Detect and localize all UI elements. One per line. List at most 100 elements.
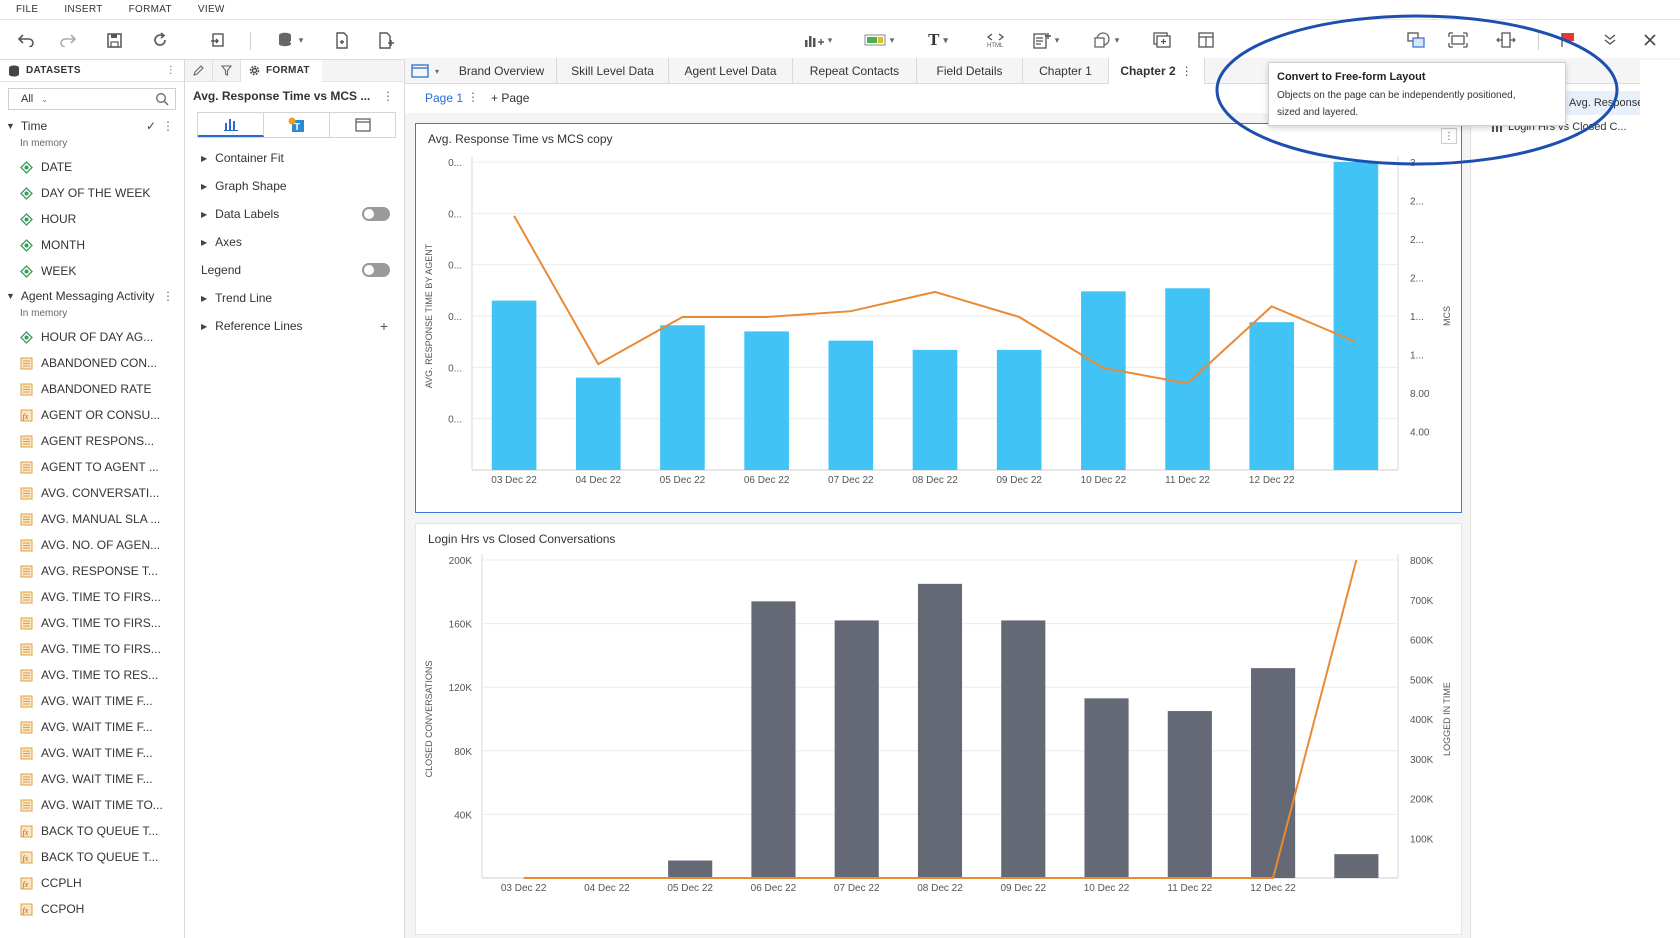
insert-text-icon[interactable]: T ▾ — [922, 28, 954, 52]
y-tick-label: 0... — [448, 415, 462, 426]
format-viz-menu-icon[interactable]: ⋮ — [382, 89, 394, 103]
datasets-menu-icon[interactable]: ⋮ — [166, 65, 176, 76]
dataset-field[interactable]: fx CCPLH — [0, 870, 184, 896]
dataset-field[interactable]: AVG. WAIT TIME TO... — [0, 792, 184, 818]
dataset-field[interactable]: HOUR — [0, 206, 184, 232]
redo-icon[interactable] — [56, 28, 80, 52]
metric-icon — [20, 513, 33, 525]
tab-chapter-2[interactable]: Chapter 2 ⋮ — [1109, 58, 1205, 84]
dataset-field[interactable]: fx CCPOH — [0, 896, 184, 922]
metric-icon — [20, 435, 33, 447]
fit-to-screen-icon[interactable] — [1446, 28, 1470, 52]
dataset-field[interactable]: ABANDONED CON... — [0, 350, 184, 376]
bar-chart-icon[interactable] — [198, 113, 264, 137]
dataset-field[interactable]: AVG. RESPONSE T... — [0, 558, 184, 584]
insert-panel-stack-icon[interactable] — [1150, 28, 1174, 52]
duplicate-page-icon[interactable] — [330, 28, 354, 52]
dataset-field[interactable]: AVG. WAIT TIME F... — [0, 714, 184, 740]
legend-toggle[interactable] — [362, 263, 390, 277]
menu-view[interactable]: VIEW — [198, 4, 225, 15]
tab-skill-level-data[interactable]: Skill Level Data — [557, 58, 669, 84]
data-labels-toggle[interactable] — [362, 207, 390, 221]
insert-info-window-icon[interactable] — [1194, 28, 1218, 52]
format-section-trend-line[interactable]: ▶ Trend Line — [185, 284, 404, 312]
dataset-field[interactable]: fx AGENT OR CONSU... — [0, 402, 184, 428]
menu-insert[interactable]: INSERT — [64, 4, 102, 15]
text-format-icon[interactable]: T — [264, 113, 330, 137]
caret-right-icon: ▶ — [201, 321, 208, 331]
x-tick-label: 09 Dec 22 — [1000, 883, 1046, 894]
dataset-field[interactable]: AVG. TIME TO FIRS... — [0, 636, 184, 662]
add-reference-line-icon[interactable]: + — [380, 318, 388, 334]
tab-menu-icon[interactable]: ⋮ — [1181, 64, 1193, 78]
page-1-tab[interactable]: Page 1 — [425, 91, 463, 105]
chart-avg-response-vs-mcs[interactable]: Avg. Response Time vs MCS copy ⋮ 0... 0..… — [415, 123, 1462, 513]
tab-chapter-1[interactable]: Chapter 1 — [1023, 58, 1109, 84]
page-menu-icon[interactable]: ⋮ — [467, 90, 479, 104]
dataset-field[interactable]: AVG. WAIT TIME F... — [0, 740, 184, 766]
dataset-field[interactable]: AVG. WAIT TIME F... — [0, 766, 184, 792]
dataset-group[interactable]: ▼ Agent Messaging Activity ⋮ — [0, 284, 184, 308]
format-section-container-fit[interactable]: ▶ Container Fit — [185, 144, 404, 172]
y-tick-label: 160K — [449, 620, 473, 631]
menu-format[interactable]: FORMAT — [129, 4, 172, 15]
undo-icon[interactable] — [14, 28, 38, 52]
format-section-graph-shape[interactable]: ▶ Graph Shape — [185, 172, 404, 200]
dataset-field[interactable]: AVG. MANUAL SLA ... — [0, 506, 184, 532]
format-section-reference-lines[interactable]: ▶ Reference Lines + — [185, 312, 404, 340]
editor-tab-pencil-icon[interactable] — [185, 59, 213, 82]
dataset-field[interactable]: AVG. TIME TO FIRS... — [0, 610, 184, 636]
refresh-icon[interactable] — [148, 28, 172, 52]
insert-filter-icon[interactable]: ▾ — [860, 28, 898, 52]
dataset-field[interactable]: AGENT TO AGENT ... — [0, 454, 184, 480]
insert-shape-icon[interactable]: ▾ — [1088, 28, 1124, 52]
dataset-field[interactable]: ABANDONED RATE — [0, 376, 184, 402]
fit-to-width-icon[interactable] — [1494, 28, 1518, 52]
metric-icon — [20, 487, 33, 499]
dataset-field[interactable]: AVG. WAIT TIME F... — [0, 688, 184, 714]
dataset-field[interactable]: DATE — [0, 154, 184, 180]
insert-widget-icon[interactable]: ▾ — [1028, 28, 1064, 52]
dataset-field[interactable]: fx BACK TO QUEUE T... — [0, 844, 184, 870]
add-page-button[interactable]: + Page — [491, 91, 529, 105]
add-data-icon[interactable]: ▾ — [270, 28, 310, 52]
container-format-icon[interactable] — [330, 113, 395, 137]
dataset-menu-icon[interactable]: ⋮ — [162, 289, 174, 303]
dataset-field[interactable]: HOUR OF DAY AG... — [0, 324, 184, 350]
dataset-field[interactable]: AVG. CONVERSATI... — [0, 480, 184, 506]
format-section-data-labels[interactable]: ▶ Data Labels — [185, 200, 404, 228]
menu-file[interactable]: FILE — [16, 4, 38, 15]
datasets-filter-select[interactable]: All ⌄ — [8, 88, 176, 110]
gear-icon — [249, 65, 260, 76]
dataset-field[interactable]: fx BACK TO QUEUE T... — [0, 818, 184, 844]
export-icon[interactable] — [206, 28, 230, 52]
dataset-menu-icon[interactable]: ⋮ — [162, 119, 174, 133]
search-icon[interactable] — [155, 92, 169, 106]
chart-login-hrs-vs-closed[interactable]: Login Hrs vs Closed Conversations 40K 80K… — [415, 523, 1462, 935]
dataset-field[interactable]: AVG. TIME TO FIRS... — [0, 584, 184, 610]
layout-select[interactable]: ▾ — [411, 62, 445, 80]
tab-repeat-contacts[interactable]: Repeat Contacts — [793, 58, 917, 84]
dataset-field[interactable]: AVG. TIME TO RES... — [0, 662, 184, 688]
flag-icon[interactable] — [1556, 28, 1580, 52]
save-icon[interactable] — [102, 28, 126, 52]
insert-visualization-icon[interactable]: ▾ — [800, 28, 836, 52]
filter-tab-funnel-icon[interactable] — [213, 59, 241, 82]
dataset-field[interactable]: MONTH — [0, 232, 184, 258]
tab-agent-level-data[interactable]: Agent Level Data — [669, 58, 793, 84]
new-page-icon[interactable] — [374, 28, 398, 52]
format-section-axes[interactable]: ▶ Axes — [185, 228, 404, 256]
dataset-field[interactable]: WEEK — [0, 258, 184, 284]
tab-brand-overview[interactable]: Brand Overview — [447, 58, 557, 84]
dataset-field[interactable]: AGENT RESPONS... — [0, 428, 184, 454]
dataset-field[interactable]: DAY OF THE WEEK — [0, 180, 184, 206]
format-tab[interactable]: FORMAT — [241, 59, 322, 82]
dataset-field[interactable]: AVG. NO. OF AGEN... — [0, 532, 184, 558]
insert-html-icon[interactable]: HTML — [984, 28, 1008, 52]
tab-field-details[interactable]: Field Details — [917, 58, 1023, 84]
dataset-group[interactable]: ▼ Time ✓ ⋮ — [0, 114, 184, 138]
more-chevron-down-icon[interactable] — [1598, 28, 1622, 52]
free-form-layout-icon[interactable] — [1404, 28, 1428, 52]
close-icon[interactable] — [1638, 28, 1662, 52]
y-tick-label: 0... — [448, 261, 462, 272]
